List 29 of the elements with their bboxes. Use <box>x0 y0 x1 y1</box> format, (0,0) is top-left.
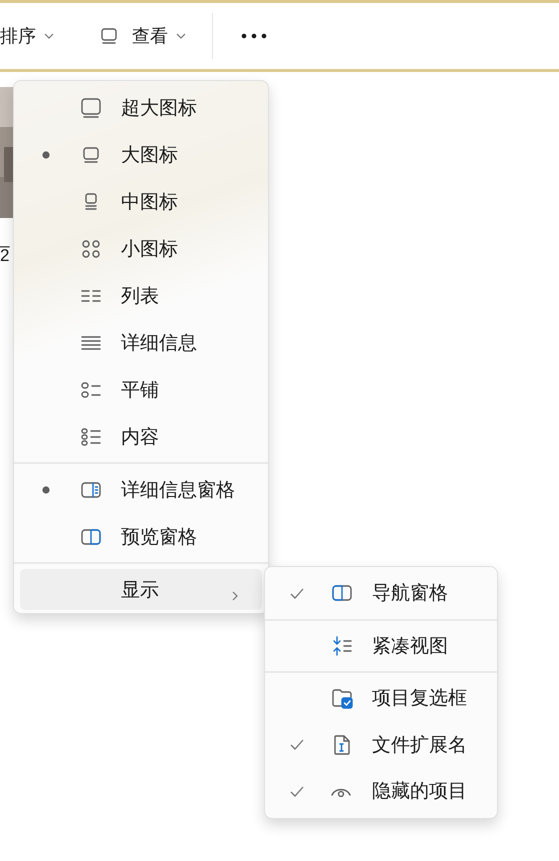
submenu-item[interactable]: 紧凑视图 <box>271 622 491 669</box>
chevron-down-icon <box>44 31 54 41</box>
menu-item[interactable]: 平铺 <box>20 366 262 413</box>
view-button[interactable]: 查看 <box>94 16 190 56</box>
menu-item[interactable]: 详细信息 <box>20 319 262 366</box>
submenu-item[interactable]: 导航窗格 <box>271 570 491 616</box>
menu-item[interactable]: 列表 <box>20 272 262 319</box>
submenu-item[interactable]: 项目复选框 <box>271 675 491 722</box>
menu-item[interactable]: 显示 <box>20 569 262 610</box>
monitor-icon <box>80 96 102 118</box>
menu-item[interactable]: 超大图标 <box>20 84 262 131</box>
menu-item[interactable]: 内容 <box>20 413 262 460</box>
chevron-down-icon <box>176 31 186 41</box>
menu-item[interactable]: 预览窗格 <box>20 513 262 560</box>
compact-icon <box>331 634 353 657</box>
submenu-item[interactable]: 文件扩展名 <box>271 722 491 768</box>
more-icon <box>241 33 267 39</box>
submenu-item[interactable]: 隐藏的项目 <box>271 768 491 814</box>
menu-item[interactable]: 中图标 <box>20 178 262 225</box>
grid-icon <box>80 238 102 260</box>
folder-checkbox-icon <box>331 687 353 710</box>
menu-item[interactable]: 详细信息窗格 <box>20 466 262 513</box>
file-name-text: 2 <box>0 247 10 264</box>
menu-item[interactable]: 大图标 <box>20 131 262 178</box>
eye-icon <box>331 786 351 798</box>
file-name-text: _ <box>0 230 10 247</box>
sort-button[interactable]: 排序 <box>0 16 58 56</box>
content-icon <box>80 426 102 448</box>
menu-item[interactable]: 小图标 <box>20 225 262 272</box>
